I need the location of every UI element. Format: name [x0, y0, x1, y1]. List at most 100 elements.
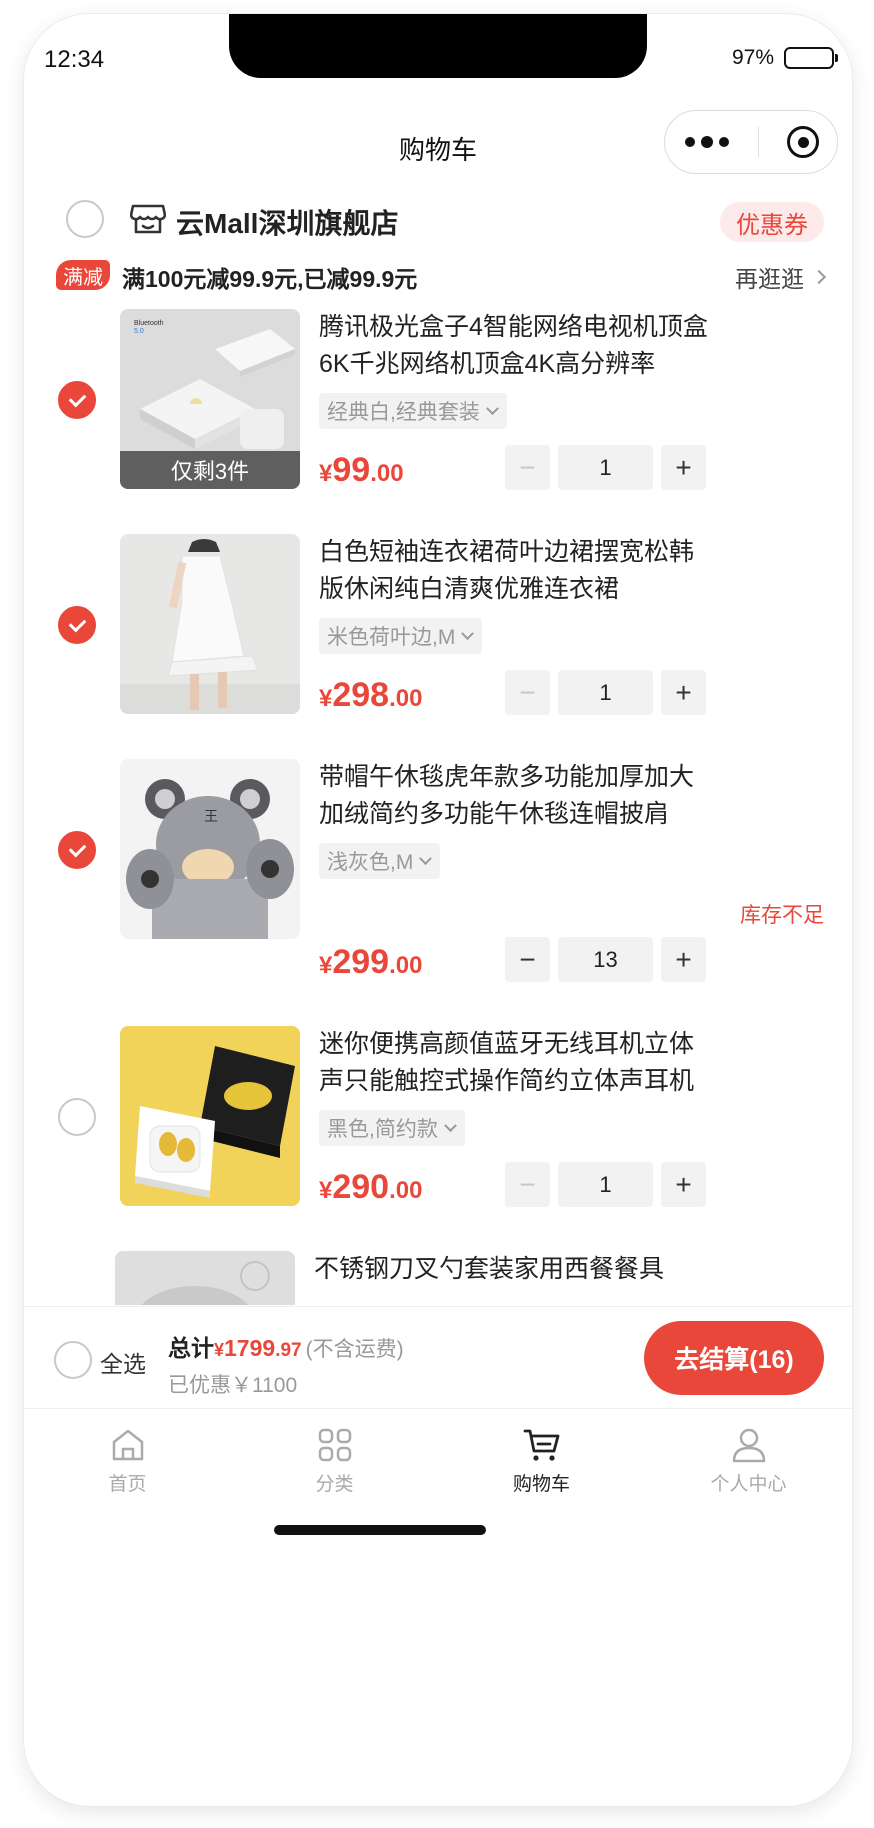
product-image[interactable]: [120, 1026, 300, 1206]
quantity-value[interactable]: 1: [558, 445, 653, 490]
checkout-bar: 全选 总计¥1799.97 (不含运费) 已优惠￥1100 去结算(16): [24, 1306, 852, 1408]
spec-selector[interactable]: 浅灰色,M: [319, 843, 441, 879]
product-image[interactable]: 王: [120, 759, 300, 939]
tab-home[interactable]: 首页: [24, 1409, 231, 1508]
battery-percent: 97%: [731, 46, 774, 69]
coupon-button[interactable]: 优惠券: [720, 202, 824, 242]
product-title[interactable]: 白色短袖连衣裙荷叶边裙摆宽松韩版休闲纯白清爽优雅连衣裙: [319, 534, 714, 608]
promo-row: 满减 满100元减99.9元,已减99.9元 再逛逛: [24, 254, 852, 304]
decrease-button[interactable]: −: [505, 937, 550, 982]
product-title[interactable]: 腾讯极光盒子4智能网络电视机顶盒6K千兆网络机顶盒4K高分辨率: [319, 309, 714, 383]
spec-selector[interactable]: 经典白,经典套装: [319, 393, 507, 429]
quantity-stepper: − 1 +: [505, 670, 706, 715]
close-miniprogram-icon[interactable]: [787, 126, 819, 158]
quantity-value[interactable]: 1: [558, 1162, 653, 1207]
cart-item: 王 带帽午休毯虎年款多功能加厚加大加绒简约多功能午休毯连帽披肩 浅灰色,M 库存…: [24, 759, 852, 999]
chevron-down-icon: [461, 626, 475, 640]
product-image[interactable]: [120, 534, 300, 714]
home-icon: [112, 1429, 143, 1461]
spec-label: 黑色,简约款: [327, 1118, 438, 1141]
product-image[interactable]: [115, 1251, 295, 1305]
promo-text: 满100元减99.9元,已减99.9元: [122, 266, 418, 292]
mini-program-capsule: [664, 110, 838, 174]
cart-item: 不锈钢刀叉勺套装家用西餐餐具: [24, 1251, 852, 1305]
tab-profile[interactable]: 个人中心: [645, 1409, 852, 1508]
spec-selector[interactable]: 米色荷叶边,M: [319, 618, 483, 654]
continue-shopping-link[interactable]: 再逛逛: [735, 260, 827, 294]
blanket-image: 王: [120, 759, 300, 939]
chevron-down-icon: [485, 401, 499, 415]
status-time: 12:34: [44, 46, 105, 73]
total-label: 总计: [168, 1335, 214, 1361]
discount-amount: 已优惠￥1100: [168, 1374, 298, 1397]
earphones-image: [120, 1026, 300, 1206]
status-right: 97%: [731, 46, 838, 70]
total-line: 总计¥1799.97 (不含运费): [168, 1329, 404, 1363]
spec-label: 米色荷叶边,M: [327, 626, 456, 649]
profile-icon: [732, 1428, 765, 1463]
chevron-right-icon: [811, 269, 827, 285]
item-select-checkbox[interactable]: [58, 381, 96, 419]
quantity-stepper: − 1 +: [505, 445, 706, 490]
product-price: ¥290.00: [319, 1168, 423, 1206]
product-price: ¥299.00: [319, 943, 423, 981]
tab-bar: 首页 分类 购物车 个人中心: [24, 1408, 852, 1508]
increase-button[interactable]: +: [661, 670, 706, 715]
tab-label: 购物车: [512, 1474, 570, 1495]
checkout-button[interactable]: 去结算(16): [644, 1321, 824, 1395]
home-indicator: [274, 1525, 486, 1535]
item-select-checkbox[interactable]: [58, 606, 96, 644]
quantity-value[interactable]: 1: [558, 670, 653, 715]
chevron-down-icon: [443, 1118, 457, 1132]
product-price: ¥298.00: [319, 676, 423, 714]
tab-category[interactable]: 分类: [231, 1409, 438, 1508]
store-icon: [130, 204, 166, 234]
spec-label: 经典白,经典套装: [327, 401, 480, 424]
stock-remaining-label: 仅剩3件: [120, 451, 300, 489]
select-all-checkbox[interactable]: [54, 1341, 92, 1379]
insufficient-stock-warning: 库存不足: [740, 904, 824, 927]
product-title[interactable]: 带帽午休毯虎年款多功能加厚加大加绒简约多功能午休毯连帽披肩: [319, 759, 714, 833]
store-select-checkbox[interactable]: [66, 200, 104, 238]
item-select-checkbox[interactable]: [58, 1098, 96, 1136]
cart-item: Bluetooth 5.0 仅剩3件 腾讯极光盒子4智能网络电视机顶盒6K千兆网…: [24, 309, 852, 509]
capsule-divider: [757, 127, 759, 157]
total-amount: ¥1799.97: [214, 1335, 302, 1361]
category-icon: [318, 1428, 351, 1462]
decrease-button[interactable]: −: [505, 445, 550, 490]
spec-label: 浅灰色,M: [327, 851, 414, 874]
quantity-stepper: − 1 +: [505, 1162, 706, 1207]
cart-item: 白色短袖连衣裙荷叶边裙摆宽松韩版休闲纯白清爽优雅连衣裙 米色荷叶边,M ¥298…: [24, 534, 852, 734]
product-image[interactable]: Bluetooth 5.0 仅剩3件: [120, 309, 300, 489]
cart-icon: [523, 1429, 559, 1461]
quantity-stepper: − 13 +: [505, 937, 706, 982]
increase-button[interactable]: +: [661, 445, 706, 490]
product-title[interactable]: 迷你便携高颜值蓝牙无线耳机立体声只能触控式操作简约立体声耳机: [319, 1026, 714, 1100]
shipping-note: (不含运费): [305, 1338, 404, 1361]
cart-item-list[interactable]: Bluetooth 5.0 仅剩3件 腾讯极光盒子4智能网络电视机顶盒6K千兆网…: [24, 309, 852, 1305]
dress-image: [120, 534, 300, 714]
increase-button[interactable]: +: [661, 937, 706, 982]
chevron-down-icon: [419, 851, 433, 865]
increase-button[interactable]: +: [661, 1162, 706, 1207]
cart-item: 迷你便携高颜值蓝牙无线耳机立体声只能触控式操作简约立体声耳机 黑色,简约款 ¥2…: [24, 1026, 852, 1226]
product-price: ¥99.00: [319, 451, 404, 489]
notch: [229, 14, 647, 78]
continue-shopping-label: 再逛逛: [735, 266, 804, 292]
tab-label: 个人中心: [710, 1474, 787, 1495]
tab-cart[interactable]: 购物车: [438, 1409, 645, 1508]
more-icon[interactable]: [685, 136, 729, 148]
tab-label: 首页: [108, 1474, 147, 1495]
svg-text:王: 王: [204, 809, 218, 825]
product-title[interactable]: 不锈钢刀叉勺套装家用西餐餐具: [314, 1251, 709, 1305]
item-select-checkbox[interactable]: [58, 831, 96, 869]
quantity-value[interactable]: 13: [558, 937, 653, 982]
store-name[interactable]: 云Mall深圳旗舰店: [176, 202, 398, 242]
phone-frame: 12:34 97% 购物车 云Mall深圳旗舰店 优惠券 满减 满100元减99…: [24, 14, 852, 1806]
tab-label: 分类: [315, 1474, 354, 1495]
battery-icon: [784, 47, 838, 69]
decrease-button[interactable]: −: [505, 1162, 550, 1207]
spec-selector[interactable]: 黑色,简约款: [319, 1110, 465, 1146]
decrease-button[interactable]: −: [505, 670, 550, 715]
select-all-label[interactable]: 全选: [100, 1345, 146, 1379]
